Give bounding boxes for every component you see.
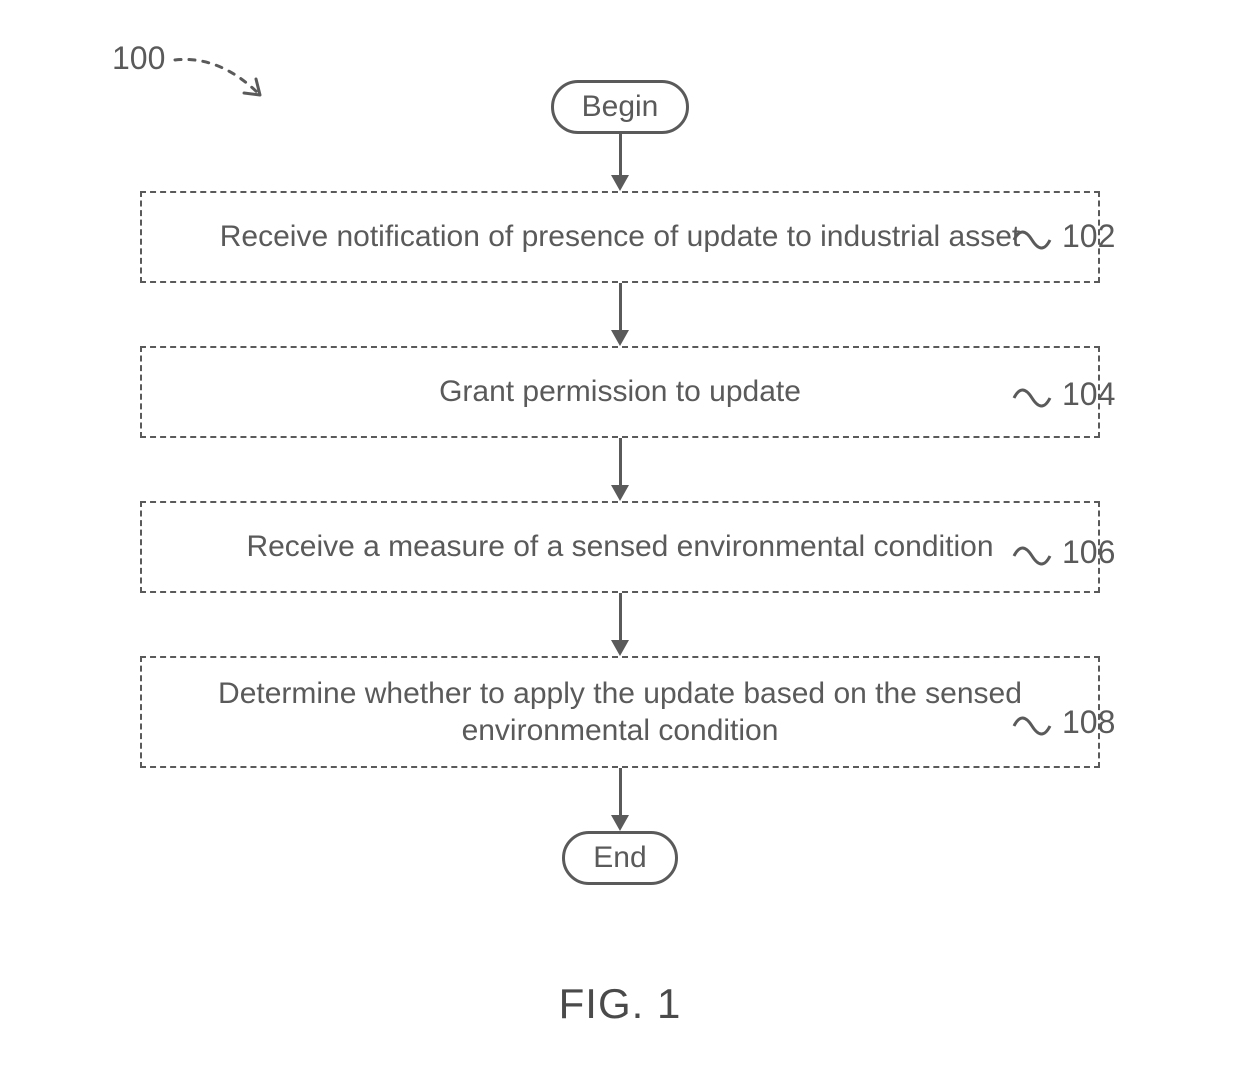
step-ref-text: 104: [1062, 376, 1115, 412]
flowchart-stack: Begin Receive notification of presence o…: [140, 80, 1100, 885]
callout-squiggle-icon: [1012, 708, 1052, 744]
step-ref-text: 108: [1062, 704, 1115, 740]
arrow-icon: [611, 768, 629, 831]
callout-squiggle-icon: [1012, 538, 1052, 574]
process-step-108: Determine whether to apply the update ba…: [140, 656, 1100, 768]
terminator-begin-text: Begin: [582, 90, 659, 123]
figure-label-text: FIG. 1: [559, 980, 682, 1027]
arrow-icon: [611, 593, 629, 656]
terminator-begin: Begin: [551, 80, 690, 134]
terminator-end: End: [562, 831, 677, 885]
step-ref-text: 106: [1062, 534, 1115, 570]
callout-squiggle-icon: [1012, 222, 1052, 258]
terminator-end-text: End: [593, 841, 646, 874]
process-text: Grant permission to update: [439, 373, 801, 411]
arrow-icon: [611, 438, 629, 501]
figure-reference-number: 100: [112, 40, 165, 77]
arrow-icon: [611, 283, 629, 346]
process-text: Receive a measure of a sensed environmen…: [246, 528, 993, 566]
figure-label: FIG. 1: [559, 980, 682, 1028]
step-ref-108: 108: [1062, 704, 1115, 741]
process-step-102: Receive notification of presence of upda…: [140, 191, 1100, 283]
callout-squiggle-icon: [1012, 380, 1052, 416]
step-ref-102: 102: [1062, 218, 1115, 255]
arrow-icon: [611, 134, 629, 191]
process-text: Determine whether to apply the update ba…: [172, 675, 1068, 750]
step-ref-text: 102: [1062, 218, 1115, 254]
step-ref-106: 106: [1062, 534, 1115, 571]
process-step-104: Grant permission to update: [140, 346, 1100, 438]
flowchart-canvas: 100 Begin Receive notification of presen…: [0, 0, 1240, 1074]
process-step-106: Receive a measure of a sensed environmen…: [140, 501, 1100, 593]
process-text: Receive notification of presence of upda…: [220, 218, 1020, 256]
step-ref-104: 104: [1062, 376, 1115, 413]
figure-ref-text: 100: [112, 40, 165, 76]
